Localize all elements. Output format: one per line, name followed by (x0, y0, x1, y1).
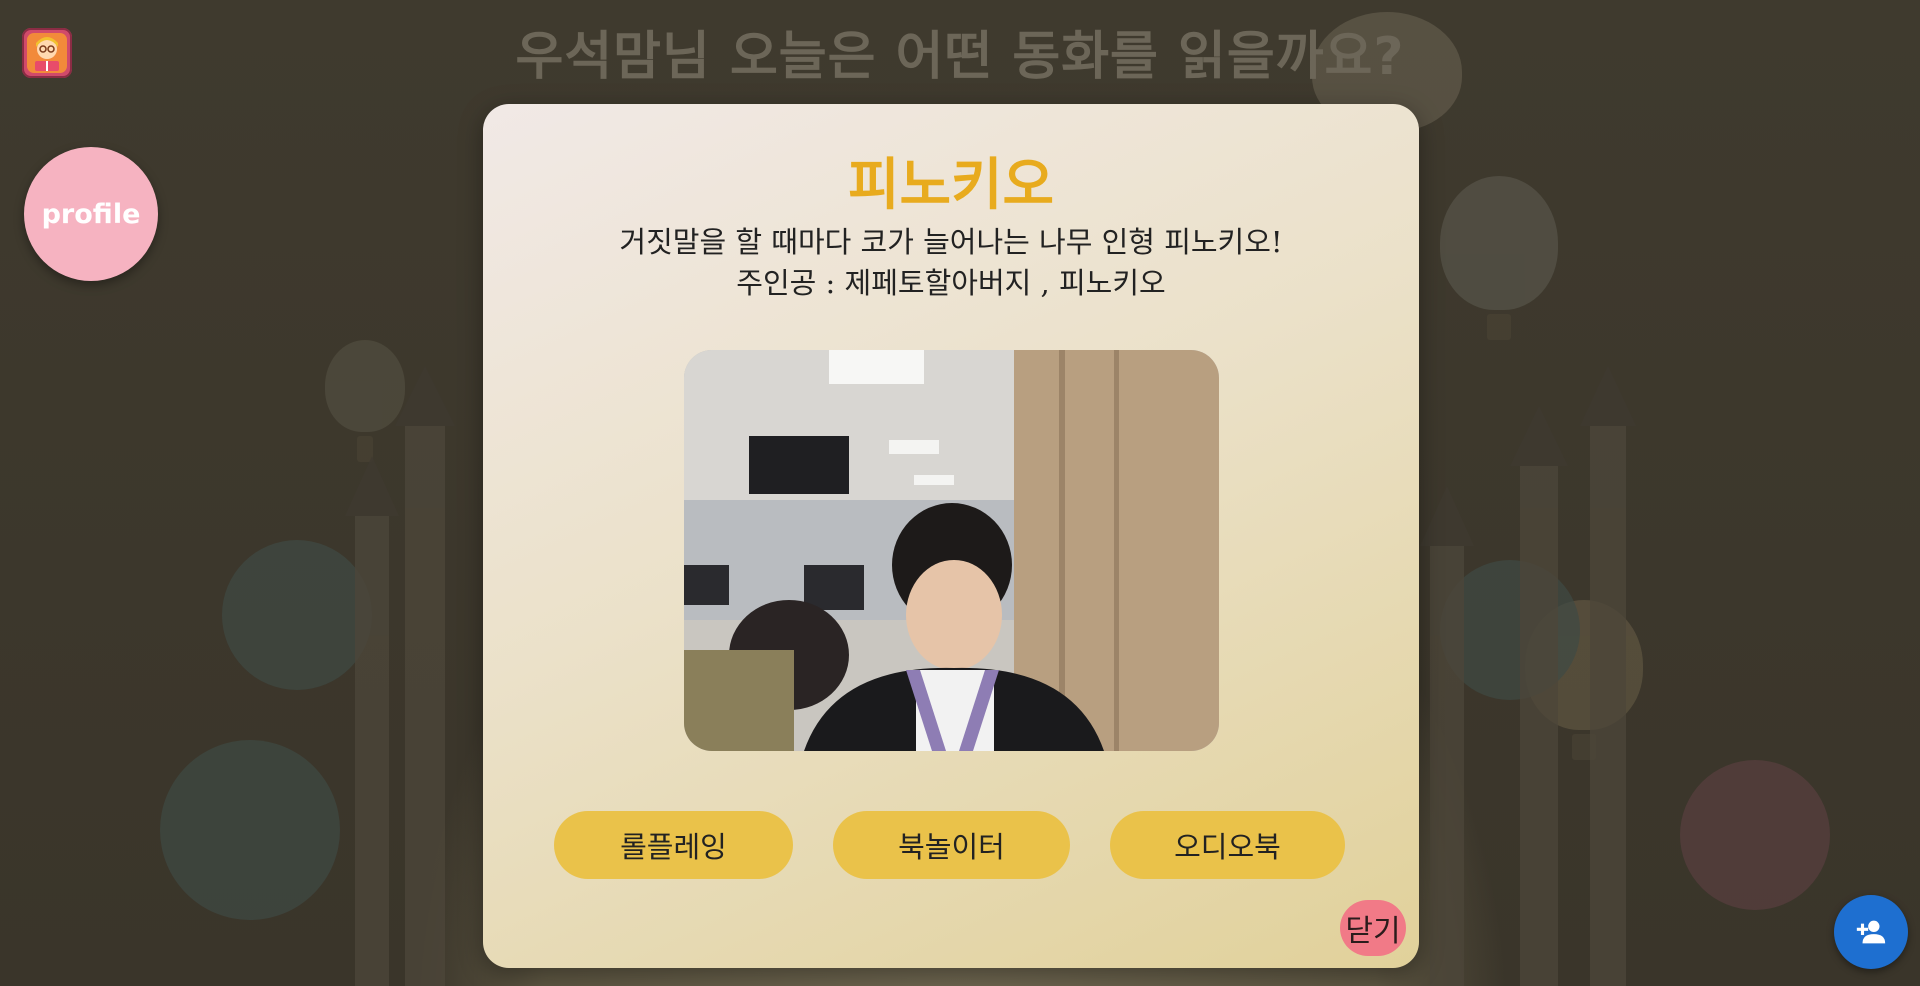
story-mode-buttons: 롤플레잉 북놀이터 오디오북 (483, 811, 1419, 879)
add-person-icon-graphic (1856, 920, 1886, 944)
castle-tower-decoration (1590, 426, 1626, 986)
page-title: 우석맘님 오늘은 어떤 동화를 읽을까요? (515, 27, 1405, 87)
castle-tower-decoration (405, 426, 445, 986)
tree-decoration (1680, 760, 1830, 910)
profile-button[interactable]: profile (24, 147, 158, 281)
roleplay-button[interactable]: 롤플레잉 (554, 811, 793, 879)
castle-tower-decoration (1430, 546, 1464, 986)
reading-girl-icon-graphic (27, 33, 67, 73)
story-summary: 거짓말을 할 때마다 코가 늘어나는 나무 인형 피노키오! (619, 225, 1283, 259)
castle-tower-decoration (1520, 466, 1558, 986)
balloon-decoration (1440, 176, 1558, 340)
story-description: 거짓말을 할 때마다 코가 늘어나는 나무 인형 피노키오! 주인공 : 제페토… (483, 222, 1419, 304)
story-characters: 주인공 : 제페토할아버지 , 피노키오 (736, 266, 1166, 300)
tree-decoration (160, 740, 340, 920)
audiobook-button[interactable]: 오디오북 (1110, 811, 1345, 879)
balloon-decoration (325, 340, 405, 462)
camera-preview (684, 350, 1219, 751)
story-modal: 피노키오 거짓말을 할 때마다 코가 늘어나는 나무 인형 피노키오! 주인공 … (483, 104, 1419, 968)
reading-girl-icon[interactable] (22, 28, 72, 78)
book-playground-button[interactable]: 북놀이터 (833, 811, 1070, 879)
camera-preview-image (684, 350, 1219, 751)
close-button[interactable]: 닫기 (1340, 900, 1406, 956)
add-person-icon[interactable] (1834, 895, 1908, 969)
story-title: 피노키오 (847, 153, 1055, 218)
tree-decoration (222, 540, 372, 690)
castle-tower-decoration (355, 516, 389, 986)
